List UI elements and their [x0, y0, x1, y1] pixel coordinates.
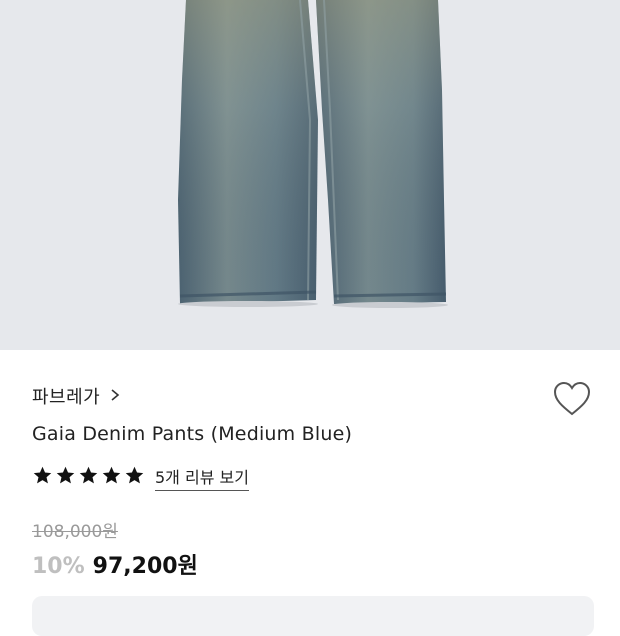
star-icon — [55, 465, 76, 490]
chevron-right-icon — [108, 387, 122, 406]
info-box — [32, 596, 594, 636]
heart-outline-icon[interactable] — [552, 380, 592, 420]
denim-pants-illustration — [178, 0, 448, 308]
reviews-link[interactable]: 5개 리뷰 보기 — [155, 464, 249, 491]
sale-price: 97,200원 — [92, 554, 198, 579]
product-image[interactable] — [0, 0, 620, 350]
star-icon — [78, 465, 99, 490]
original-price: 108,000원 — [32, 522, 118, 542]
brand-name: 파브레가 — [32, 387, 101, 408]
discount-rate: 10% — [32, 554, 85, 579]
star-icon — [124, 465, 145, 490]
rating-row: 5개 리뷰 보기 — [32, 464, 249, 491]
star-rating — [32, 465, 145, 490]
brand-link[interactable]: 파브레가 — [32, 383, 122, 409]
product-title: Gaia Denim Pants (Medium Blue) — [32, 423, 353, 445]
price-row: 10% 97,200원 — [32, 548, 198, 580]
star-icon — [101, 465, 122, 490]
star-icon — [32, 465, 53, 490]
